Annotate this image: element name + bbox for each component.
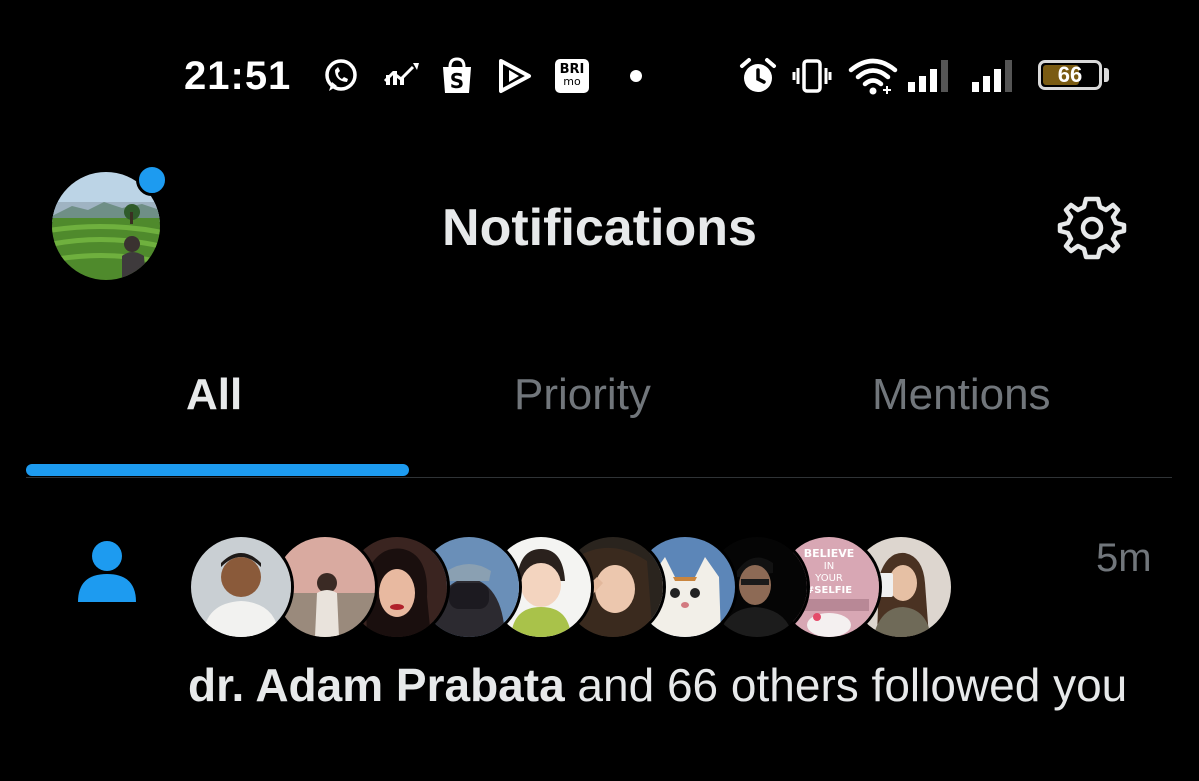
battery-icon: 66 bbox=[1038, 60, 1102, 90]
shopee-bag-icon: S bbox=[438, 56, 476, 96]
status-time: 21:51 bbox=[184, 54, 292, 98]
page-title: Notifications bbox=[442, 199, 757, 257]
notification-item[interactable]: BELIEVE IN YOUR #SELFIE 5m dr. Adam Prab… bbox=[0, 480, 1199, 781]
tabs-divider bbox=[26, 477, 1172, 478]
tab-all[interactable]: All bbox=[186, 370, 242, 420]
notification-actor[interactable]: dr. Adam Prabata bbox=[188, 659, 565, 711]
follower-avatar[interactable] bbox=[188, 534, 294, 640]
notification-text: dr. Adam Prabata and 66 others followed … bbox=[188, 656, 1178, 714]
signal-icon bbox=[906, 56, 958, 96]
status-bar: 21:51 S BRI mo 66 bbox=[0, 0, 1199, 150]
svg-text:YOUR: YOUR bbox=[814, 573, 843, 584]
signal-icon bbox=[970, 56, 1022, 96]
svg-text:S: S bbox=[450, 69, 464, 93]
tab-priority[interactable]: Priority bbox=[514, 370, 651, 420]
whatsapp-icon bbox=[320, 56, 362, 96]
notification-message: and 66 others followed you bbox=[564, 659, 1128, 711]
person-icon bbox=[72, 536, 142, 606]
brimo-icon: BRI mo bbox=[554, 56, 590, 96]
settings-button[interactable] bbox=[1054, 190, 1130, 266]
tab-mentions[interactable]: Mentions bbox=[872, 370, 1051, 420]
vibrate-icon bbox=[792, 56, 832, 96]
follower-avatars: BELIEVE IN YOUR #SELFIE bbox=[188, 534, 954, 640]
dot-icon bbox=[628, 56, 644, 96]
notification-tabs: All Priority Mentions bbox=[0, 340, 1199, 480]
unread-dot bbox=[136, 164, 168, 196]
svg-text:#SELFIE: #SELFIE bbox=[806, 585, 852, 596]
notification-timestamp: 5m bbox=[1096, 536, 1152, 580]
alarm-icon bbox=[738, 56, 778, 96]
play-icon bbox=[494, 56, 534, 96]
battery-tip bbox=[1104, 68, 1109, 82]
active-tab-indicator bbox=[26, 464, 409, 476]
svg-text:BELIEVE: BELIEVE bbox=[804, 547, 855, 560]
gear-icon bbox=[1057, 196, 1127, 260]
top-header: Notifications bbox=[0, 150, 1199, 310]
wifi-icon bbox=[846, 56, 900, 96]
battery-level-text: 66 bbox=[1057, 62, 1083, 87]
stock-chart-icon bbox=[382, 56, 422, 96]
svg-text:IN: IN bbox=[824, 561, 834, 572]
